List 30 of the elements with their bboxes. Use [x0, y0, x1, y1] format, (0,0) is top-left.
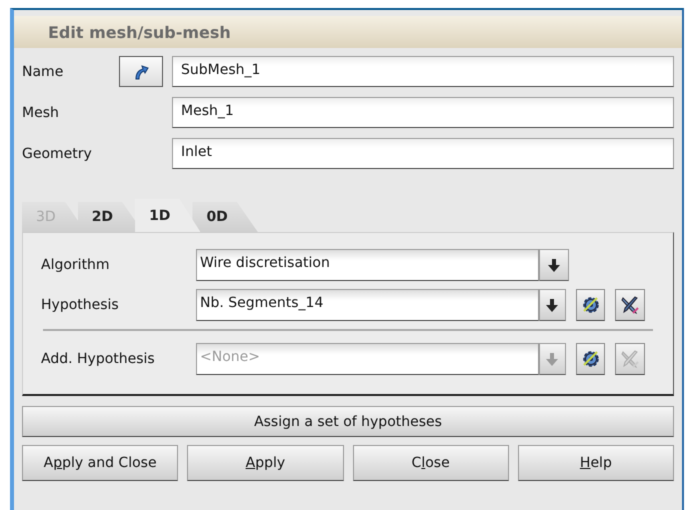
field-label: Geometry — [22, 146, 93, 162]
text-field[interactable]: Mesh_1 — [172, 97, 674, 128]
tab[interactable]: 1D — [135, 199, 200, 232]
select-button[interactable] — [119, 56, 163, 87]
row-label: Hypothesis — [41, 297, 120, 313]
assign-hypotheses-button[interactable]: Assign a set of hypotheses — [22, 406, 674, 437]
edit-hypothesis-button[interactable] — [615, 289, 646, 321]
text-field[interactable]: Inlet — [172, 138, 674, 169]
text-field[interactable]: SubMesh_1 — [172, 56, 674, 87]
down-arrow-icon — [548, 258, 560, 272]
dropdown-button[interactable] — [539, 249, 569, 281]
window-title: Edit mesh/sub-mesh — [48, 22, 231, 42]
dialog-button[interactable]: Apply — [187, 445, 344, 481]
dialog-button[interactable]: Close — [352, 445, 509, 481]
dropdown-button[interactable] — [539, 343, 566, 375]
tools-icon — [619, 294, 642, 316]
field-label: Mesh — [22, 104, 60, 120]
dialog-button[interactable]: Apply and Close — [22, 445, 178, 481]
down-arrow-icon — [546, 298, 558, 312]
row-label: Add. Hypothesis — [41, 351, 156, 367]
combo-box[interactable]: Nb. Segments_14 — [196, 289, 539, 321]
combo-box[interactable]: Wire discretisation — [196, 249, 539, 281]
tab[interactable]: 0D — [192, 202, 258, 232]
tools-icon — [619, 348, 642, 370]
down-arrow-icon — [546, 352, 558, 366]
row-label: Algorithm — [41, 257, 111, 273]
create-hypothesis-button[interactable] — [576, 289, 606, 321]
dialog-button[interactable]: Help — [518, 445, 674, 481]
dropdown-button[interactable] — [539, 289, 566, 321]
field-label: Name — [22, 64, 64, 80]
